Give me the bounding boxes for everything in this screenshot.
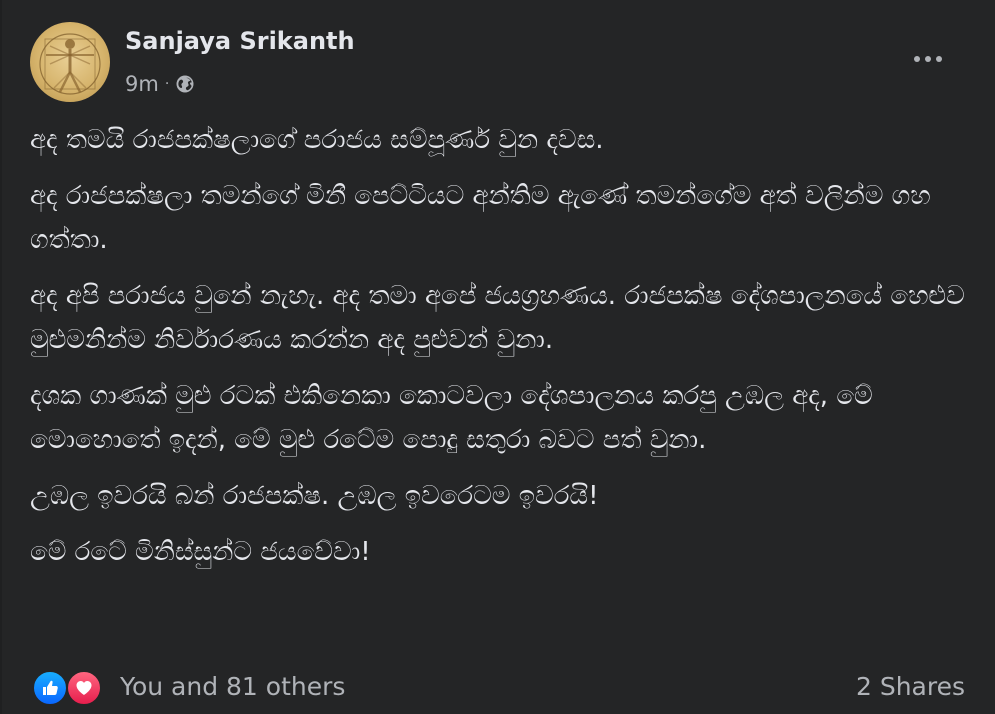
globe-icon[interactable] <box>175 74 195 94</box>
post-paragraph: අද රාජපක්ෂලා තමන්ගේ මිනී පෙට්ටියට අන්තිම… <box>30 181 931 255</box>
reactions-count[interactable]: You and 81 others <box>120 672 345 701</box>
post-meta: 9m · <box>125 71 195 97</box>
post-card: Sanjaya Srikanth 9m · අද තමයි රාජපක්ෂලාග… <box>0 0 995 714</box>
love-icon <box>66 670 102 706</box>
post-paragraph: දශක ගාණක් මුළු රටක් එකිනෙකා කොටවලා දේශපා… <box>30 381 873 455</box>
post-paragraph: මේ රටේ මිනිස්සුන්ට ජයවේවා! <box>30 537 371 567</box>
author-name[interactable]: Sanjaya Srikanth <box>125 27 355 55</box>
post-paragraph: අද තමයි රාජපක්ෂලාගේ පරාජය සම්පූර්ණ වුන ද… <box>30 125 604 155</box>
vitruvian-man-icon <box>39 33 101 95</box>
reaction-icons[interactable] <box>30 666 110 706</box>
post-paragraph: උඹල ඉවරයි බන් රාජපක්ෂ. උඹල ඉවරෙටම ඉවරයි! <box>30 481 599 511</box>
post-content: අද තමයි රාජපක්ෂලාගේ පරාජය සම්පූර්ණ වුන ද… <box>30 118 970 574</box>
separator: · <box>164 76 170 92</box>
more-options-button[interactable] <box>906 44 950 74</box>
shares-count[interactable]: 2 Shares <box>856 672 965 701</box>
post-footer: You and 81 others 2 Shares <box>30 662 965 710</box>
dot-icon <box>925 56 931 62</box>
divider <box>0 0 2 714</box>
post-paragraph: අද අපි පරාජය වුනේ නැහැ. අද තමා අපේ ජයග්‍… <box>30 281 965 355</box>
post-timestamp[interactable]: 9m <box>125 72 159 96</box>
like-icon <box>32 670 68 706</box>
dot-icon <box>914 56 920 62</box>
avatar[interactable] <box>30 22 110 102</box>
dot-icon <box>936 56 942 62</box>
